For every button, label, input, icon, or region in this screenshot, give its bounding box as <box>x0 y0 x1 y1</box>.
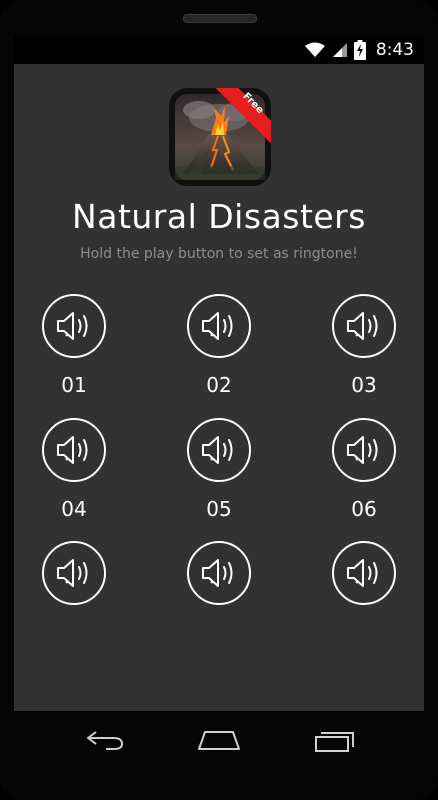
sound-label: 02 <box>206 373 232 397</box>
play-circle[interactable] <box>187 294 251 358</box>
speaker-icon <box>57 559 88 587</box>
phone-frame: 8:43 Free Natural Disasters Hold the pla… <box>0 0 438 800</box>
play-circle[interactable] <box>187 541 251 605</box>
status-icons: 8:43 <box>304 38 414 62</box>
play-circle[interactable] <box>42 418 106 482</box>
navigation-bar <box>0 711 438 771</box>
sound-label: 06 <box>351 497 377 521</box>
sound-label: 04 <box>61 497 87 521</box>
sound-label: 03 <box>351 373 377 397</box>
sound-button[interactable]: 01 <box>42 294 106 397</box>
back-button[interactable] <box>83 725 127 755</box>
sound-button[interactable]: 04 <box>42 418 106 521</box>
sound-label: 01 <box>61 373 87 397</box>
play-circle[interactable] <box>332 418 396 482</box>
speaker-icon <box>57 436 88 464</box>
sound-button[interactable]: 03 <box>332 294 396 397</box>
speaker-icon <box>57 312 88 340</box>
recent-apps-icon <box>315 732 354 752</box>
play-circle[interactable] <box>42 294 106 358</box>
play-circle[interactable] <box>332 541 396 605</box>
sound-button[interactable]: 05 <box>187 418 251 521</box>
speaker-icon <box>202 312 233 340</box>
speaker-icon <box>347 436 378 464</box>
home-button[interactable] <box>197 725 241 755</box>
play-circle[interactable] <box>332 294 396 358</box>
home-icon <box>198 731 240 750</box>
sound-button[interactable]: 02 <box>187 294 251 397</box>
sound-label: 05 <box>206 497 232 521</box>
clock: 8:43 <box>375 40 414 60</box>
earpiece-speaker <box>183 14 257 23</box>
signal-icon <box>332 42 348 58</box>
battery-charging-icon <box>353 40 366 60</box>
speaker-icon <box>347 559 378 587</box>
wifi-icon <box>304 42 326 58</box>
status-bar: 8:43 <box>14 36 424 64</box>
play-circle[interactable] <box>42 541 106 605</box>
sound-button[interactable] <box>332 541 396 620</box>
app-screen: Free Natural Disasters Hold the play but… <box>14 64 424 711</box>
speaker-icon <box>347 312 378 340</box>
recent-apps-button[interactable] <box>313 725 357 755</box>
sound-button[interactable]: 06 <box>332 418 396 521</box>
sound-button[interactable] <box>187 541 251 620</box>
play-circle[interactable] <box>187 418 251 482</box>
sound-grid: 01 02 03 04 05 06 <box>14 64 424 711</box>
back-icon <box>87 731 124 750</box>
sound-button[interactable] <box>42 541 106 620</box>
speaker-icon <box>202 559 233 587</box>
speaker-icon <box>202 436 233 464</box>
